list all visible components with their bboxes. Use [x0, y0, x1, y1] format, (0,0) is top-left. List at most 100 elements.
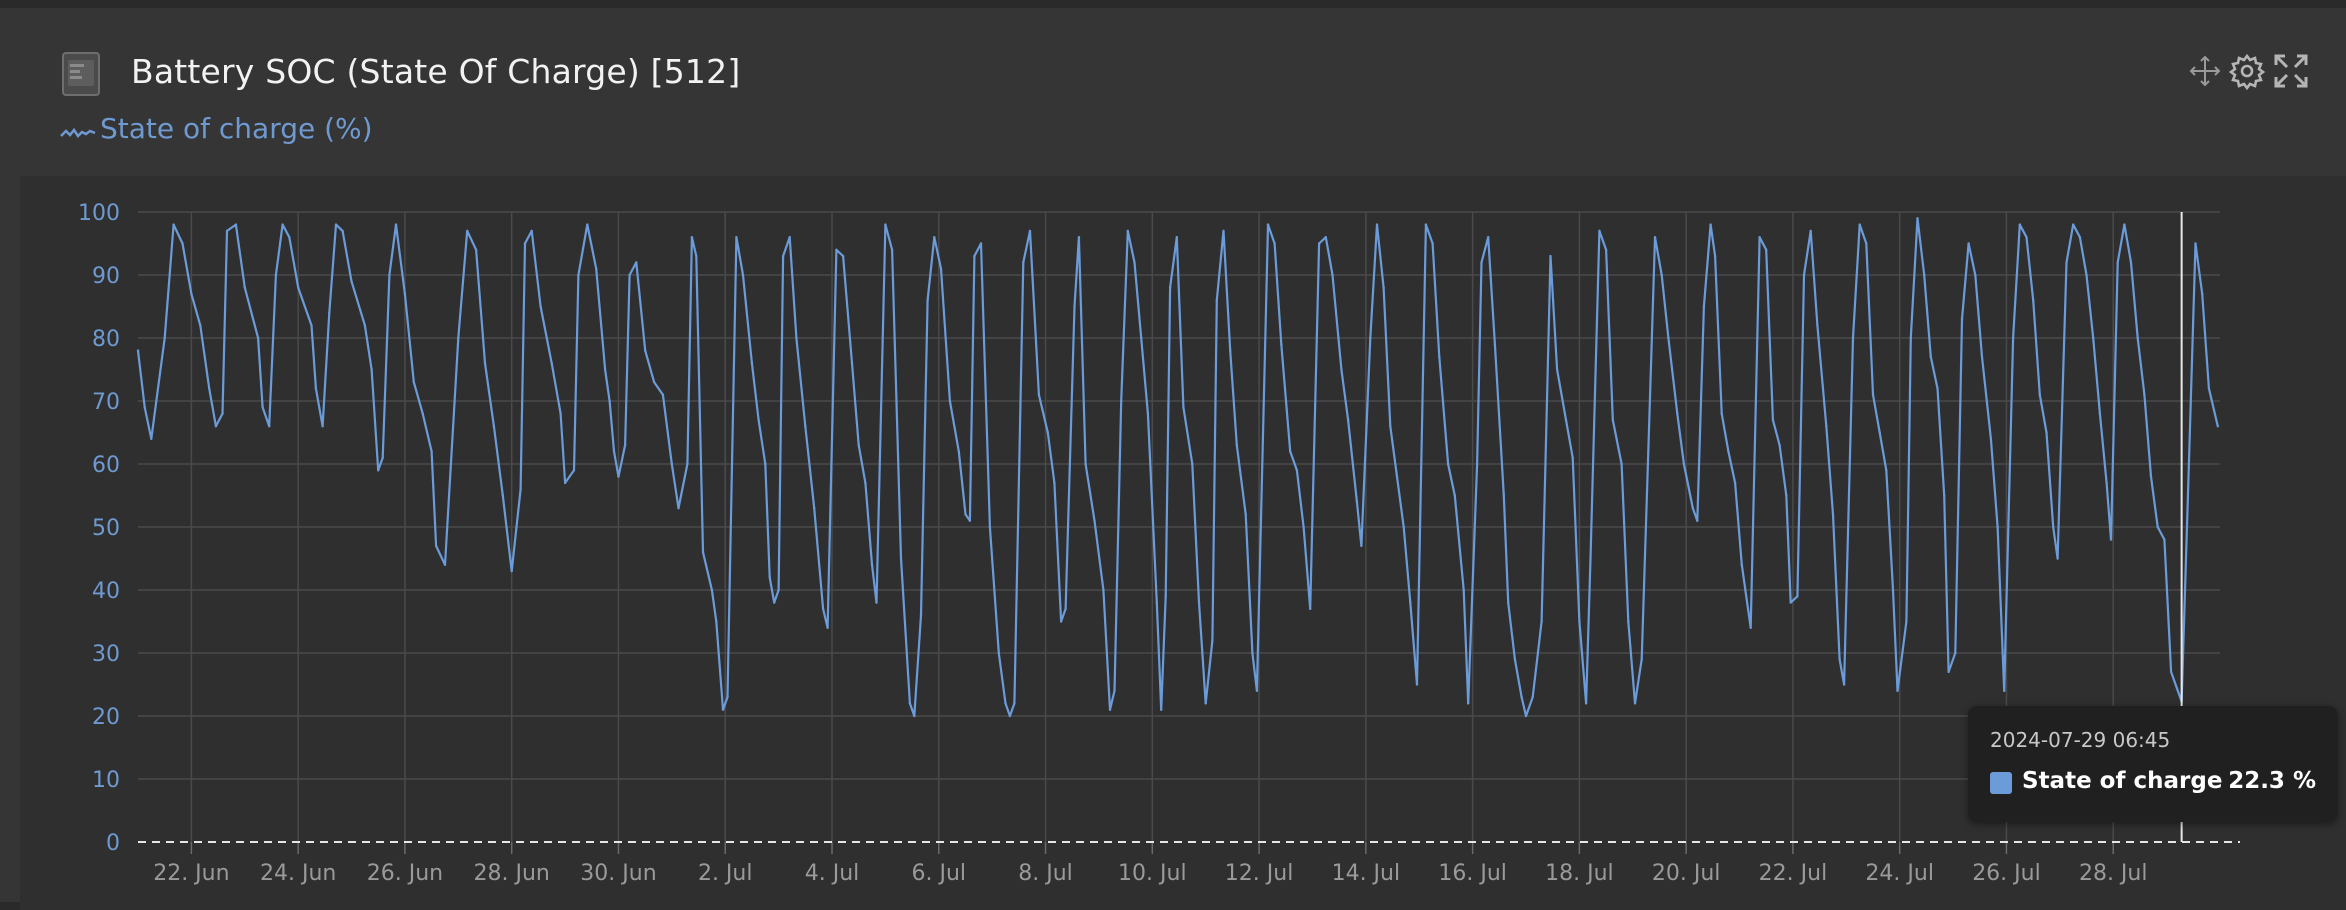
data-point [1947, 670, 1950, 674]
data-point [1789, 601, 1792, 604]
data-point [1653, 236, 1657, 239]
data-point [586, 223, 589, 226]
data-point [2056, 557, 2059, 560]
data-point [1749, 626, 1752, 629]
data-point [1037, 393, 1041, 396]
data-point [964, 513, 967, 516]
data-point [1389, 425, 1392, 428]
data-point [1133, 261, 1136, 264]
data-point [510, 569, 513, 573]
data-point [1108, 708, 1112, 711]
data-point [1555, 368, 1559, 371]
data-point [1182, 406, 1185, 409]
data-point [1842, 683, 1846, 686]
data-point [2187, 462, 2191, 466]
data-point [1604, 248, 1608, 251]
data-point [750, 362, 754, 365]
data-point [1589, 557, 1592, 560]
y-tick-label: 50 [92, 516, 120, 541]
x-tick-label: 4. Jul [805, 861, 860, 886]
data-point [1140, 336, 1143, 340]
series-line-state-of-charge [136, 217, 2219, 718]
line-chart-icon [60, 127, 96, 138]
plot-area: 0 10 20 30 40 50 60 70 80 90 100 22. Jun 24. Jun 26.… [20, 176, 2346, 910]
data-point [1923, 273, 1926, 277]
data-point [635, 261, 638, 264]
battery-icon [62, 52, 100, 96]
data-point [2085, 273, 2088, 277]
data-point [443, 563, 447, 566]
data-point [2018, 223, 2022, 226]
data-point [1507, 601, 1510, 604]
data-point [690, 236, 694, 239]
data-point [2216, 425, 2219, 428]
data-point [1825, 425, 1828, 428]
data-point [377, 469, 380, 472]
data-point [1796, 595, 1799, 598]
data-point [1771, 418, 1775, 422]
data-point [1462, 588, 1465, 592]
data-point [1222, 229, 1225, 233]
data-point [1266, 223, 1270, 226]
tooltip-time: 2024-07-29 06:45 [1990, 728, 2171, 752]
data-point [334, 223, 338, 226]
data-point [768, 576, 771, 579]
data-point [1093, 519, 1096, 522]
x-tick-label: 26. Jul [1972, 861, 2041, 886]
data-point [804, 425, 807, 428]
data-point [310, 324, 313, 327]
data-point [933, 236, 936, 239]
data-point [1778, 443, 1781, 447]
x-tick-label: 30. Jun [580, 861, 656, 886]
widget-title: Battery SOC (State Of Charge) [512] [131, 52, 741, 91]
data-point [2109, 538, 2113, 541]
x-tick-label: 6. Jul [912, 861, 967, 886]
data-point [652, 380, 656, 384]
data-point [1168, 286, 1172, 289]
data-point [1229, 349, 1232, 352]
data-point [2194, 242, 2197, 245]
y-tick-label: 40 [92, 579, 120, 604]
data-point [2169, 670, 2173, 674]
data-point [1838, 658, 1841, 661]
data-point [973, 254, 976, 258]
data-point [474, 248, 478, 251]
data-point [1215, 299, 1219, 302]
data-point [926, 299, 929, 302]
y-tick-label: 20 [92, 705, 120, 730]
data-point [1578, 620, 1581, 623]
data-point [1146, 412, 1150, 415]
data-point [826, 626, 829, 629]
gear-icon[interactable] [2228, 52, 2266, 90]
data-point [1113, 689, 1116, 692]
data-point [1954, 651, 1957, 655]
data-point [821, 607, 825, 611]
data-point [1727, 450, 1730, 453]
data-point [559, 412, 562, 415]
data-point [1155, 601, 1159, 604]
data-point [1943, 494, 1946, 497]
data-point [530, 229, 533, 233]
move-icon[interactable] [2186, 52, 2224, 90]
data-point [2201, 292, 2204, 296]
data-point [483, 362, 487, 365]
data-point [1164, 595, 1167, 598]
data-point [2025, 236, 2028, 239]
data-point [297, 286, 300, 289]
data-point [421, 412, 424, 415]
data-point [1160, 708, 1163, 711]
data-point [2149, 475, 2153, 478]
data-point [1785, 494, 1788, 497]
data-point [908, 702, 912, 705]
tooltip-swatch [1990, 772, 2012, 794]
data-point [1059, 620, 1063, 623]
data-point [2003, 689, 2006, 692]
data-point [1395, 475, 1399, 478]
data-point [143, 406, 146, 409]
data-point [2136, 336, 2139, 340]
fullscreen-icon[interactable] [2272, 52, 2310, 90]
y-tick-label: 0 [106, 831, 120, 856]
x-tick-label: 24. Jul [1865, 861, 1934, 886]
data-point [539, 305, 542, 308]
data-point [1064, 607, 1067, 611]
